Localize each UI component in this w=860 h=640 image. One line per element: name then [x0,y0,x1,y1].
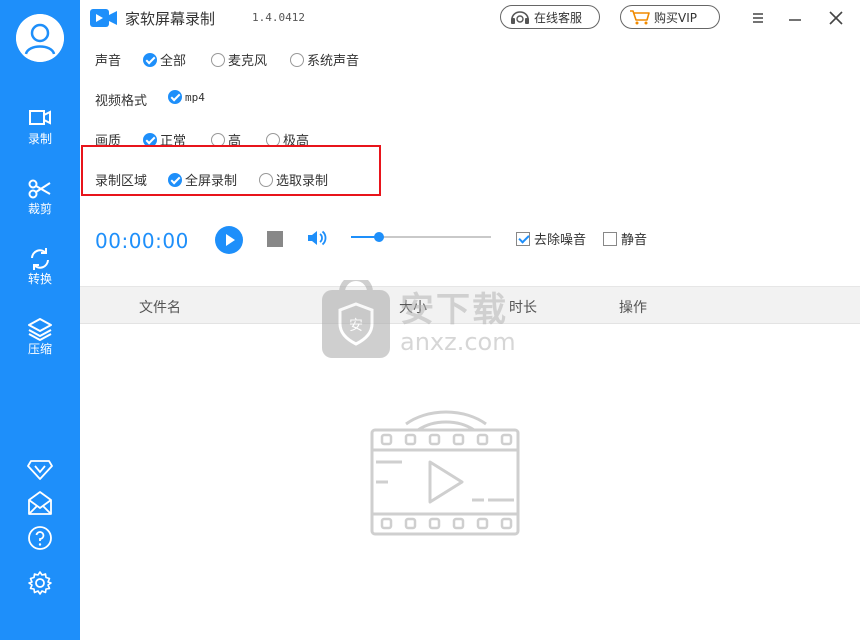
radio-checked-icon [168,172,182,187]
shopping-cart-icon [630,10,650,25]
audio-option-system[interactable]: 系统声音 [290,50,359,69]
denoise-label: 去除噪音 [534,233,587,248]
checkbox-unchecked-icon [603,231,617,246]
volume-slider-handle[interactable] [374,232,384,242]
app-title: 家软屏幕录制 [125,10,216,28]
help-icon[interactable] [27,525,53,551]
radio-unchecked-icon [211,52,225,67]
file-table-header: 文件名 大小 时长 操作 [80,286,860,324]
app-logo-icon [90,9,117,27]
volume-icon[interactable] [306,228,328,248]
mail-icon[interactable] [27,490,53,516]
radio-checked-icon [143,52,157,67]
sidebar-item-trim[interactable]: 裁剪 [0,176,80,232]
stop-record-button[interactable] [267,231,283,247]
sidebar-item-label: 转换 [27,272,52,286]
sidebar-item-label: 裁剪 [27,202,52,216]
sidebar-item-label: 压缩 [27,342,52,356]
video-camera-icon [29,110,51,125]
sidebar-item-record[interactable]: 录制 [0,106,80,162]
radio-checked-icon [168,90,182,104]
option-label: 系统声音 [307,54,360,69]
option-label: 全屏录制 [185,174,238,189]
format-option-mp4[interactable]: mp4 [168,90,205,104]
start-record-button[interactable] [215,226,243,254]
mute-checkbox[interactable]: 静音 [603,229,647,248]
format-label: 视频格式 [95,94,148,109]
title-bar: 家软屏幕录制 1.4.0412 在线客服 购买VIP [80,0,860,36]
radio-unchecked-icon [290,52,304,67]
app-window: 录制 裁剪 转换 压缩 家软屏幕录制 1.4.0412 在线客服 购买VIP 声… [0,0,860,640]
column-header-filename[interactable]: 文件名 [139,297,181,317]
column-header-actions[interactable]: 操作 [619,297,647,317]
sidebar-item-convert[interactable]: 转换 [0,246,80,302]
radio-unchecked-icon [259,172,273,187]
record-timer: 00:00:00 [95,229,189,253]
sidebar-item-compress[interactable]: 压缩 [0,316,80,372]
user-avatar-icon [16,14,64,62]
mute-label: 静音 [621,233,648,248]
avatar[interactable] [16,14,64,62]
sidebar: 录制 裁剪 转换 压缩 [0,0,80,640]
close-icon[interactable] [826,8,846,28]
scissors-icon [28,179,51,199]
option-label: 全部 [160,54,187,69]
vip-diamond-icon[interactable] [27,455,53,481]
region-option-select[interactable]: 选取录制 [259,170,328,189]
buy-vip-button[interactable]: 购买VIP [620,5,720,29]
checkbox-checked-icon [516,231,530,246]
sidebar-item-label: 录制 [27,132,52,146]
column-header-duration[interactable]: 时长 [509,297,537,317]
watermark-text-en: anxz.com [400,328,516,356]
menu-icon[interactable] [748,8,768,28]
audio-label: 声音 [95,54,122,69]
convert-icon [31,248,49,270]
buy-vip-label: 购买VIP [654,10,697,25]
empty-video-illustration [370,410,520,536]
minimize-icon[interactable] [785,8,805,28]
volume-slider[interactable] [351,232,491,242]
headset-icon [511,11,529,24]
layers-icon [28,318,52,341]
option-label: mp4 [185,90,205,104]
denoise-checkbox[interactable]: 去除噪音 [516,229,586,248]
audio-option-microphone[interactable]: 麦克风 [211,50,267,69]
audio-option-all[interactable]: 全部 [143,50,186,69]
option-label: 选取录制 [276,174,329,189]
online-service-button[interactable]: 在线客服 [500,5,600,29]
app-version: 1.4.0412 [252,11,305,24]
gear-icon[interactable] [27,570,53,596]
region-option-fullscreen[interactable]: 全屏录制 [168,170,237,189]
column-header-size[interactable]: 大小 [399,297,427,317]
online-service-label: 在线客服 [534,10,583,25]
region-label: 录制区域 [95,174,148,189]
option-label: 麦克风 [228,54,268,69]
